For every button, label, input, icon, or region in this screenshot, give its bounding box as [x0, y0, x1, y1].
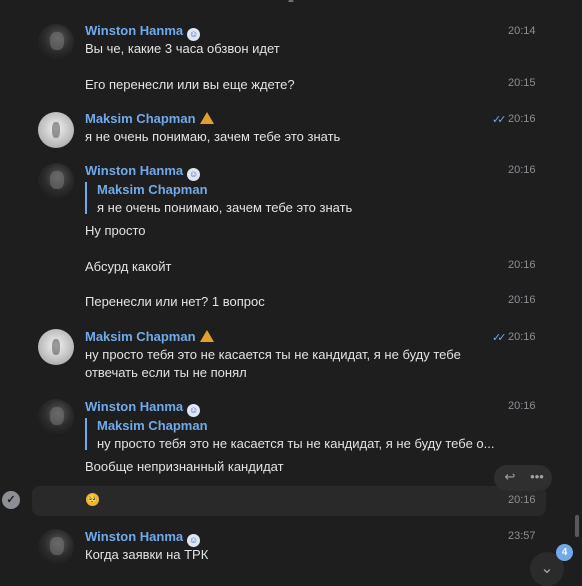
warning-triangle-icon	[199, 330, 214, 342]
message-text: Перенесли или нет? 1 вопрос	[85, 294, 265, 309]
message-text: Вы че, какие 3 часа обзвон идет	[85, 41, 280, 56]
message-time: 20:16	[508, 113, 536, 125]
message-author[interactable]: Maksim Chapman	[85, 111, 214, 126]
avatar-maksim[interactable]	[38, 329, 74, 365]
double-check-icon: ✓✓	[492, 114, 507, 126]
message-text: Когда заявки на ТРК	[85, 547, 209, 562]
message-text: я не очень понимаю, зачем тебе это знать	[85, 129, 341, 144]
cap-face-icon: ☺	[187, 168, 201, 181]
reply-author: Maksim Chapman	[97, 418, 208, 433]
message-time: 20:16	[508, 400, 536, 412]
hovered-message-row[interactable]	[32, 486, 546, 516]
scroll-up-indicator: ▲	[286, 0, 296, 5]
message-time: 20:16	[508, 164, 536, 176]
author-name[interactable]: Winston Hanma	[85, 23, 183, 38]
message-time: 20:16	[508, 494, 536, 506]
message-author[interactable]: Winston Hanma ☺	[85, 529, 201, 547]
cap-face-icon: ☺	[187, 534, 201, 547]
reply-quote[interactable]: Maksim Chapman я не очень понимаю, зачем…	[85, 182, 352, 215]
warning-triangle-icon	[199, 112, 214, 124]
avatar-maksim[interactable]	[38, 112, 74, 148]
avatar-winston[interactable]	[38, 399, 74, 435]
cap-face-icon: ☺	[187, 28, 201, 41]
message-author[interactable]: Winston Hanma ☺	[85, 399, 201, 417]
reply-author: Maksim Chapman	[97, 182, 208, 197]
double-check-icon: ✓✓	[492, 332, 507, 344]
message-author[interactable]: Winston Hanma ☺	[85, 163, 201, 181]
avatar-winston[interactable]	[38, 163, 74, 199]
chevron-down-icon: ⌄	[540, 560, 554, 577]
author-name[interactable]: Winston Hanma	[85, 529, 183, 544]
message-text: Абсурд какойт	[85, 259, 172, 274]
reply-icon[interactable]: ↩	[499, 469, 521, 487]
cap-face-icon: ☺	[187, 404, 201, 417]
scrollbar-thumb[interactable]	[575, 515, 579, 537]
author-name[interactable]: Maksim Chapman	[85, 329, 196, 344]
message-text: Вообще непризнанный кандидат	[85, 459, 284, 474]
message-time: 20:15	[508, 77, 536, 89]
unread-counter: 4	[556, 544, 573, 561]
message-text: ну просто тебя это не касается ты не кан…	[85, 347, 461, 362]
avatar-winston[interactable]	[38, 24, 74, 60]
reply-text: ну просто тебя это не касается ты не кан…	[97, 436, 495, 451]
message-actions: ↩ •••	[494, 465, 552, 491]
message-author[interactable]: Maksim Chapman	[85, 329, 214, 344]
message-text: Его перенесли или вы еще ждете?	[85, 77, 295, 92]
avatar-winston[interactable]	[38, 529, 74, 565]
message-time: 23:57	[508, 530, 536, 542]
author-name[interactable]: Maksim Chapman	[85, 111, 196, 126]
reply-text: я не очень понимаю, зачем тебе это знать	[97, 200, 353, 215]
author-name[interactable]: Winston Hanma	[85, 163, 183, 178]
message-author[interactable]: Winston Hanma ☺	[85, 23, 201, 41]
author-name[interactable]: Winston Hanma	[85, 399, 183, 414]
message-time: 20:14	[508, 25, 536, 37]
check-circle-icon[interactable]: ✓	[2, 491, 20, 509]
message-time: 20:16	[508, 294, 536, 306]
pleading-face-emoji: 🥺	[86, 493, 99, 506]
message-time: 20:16	[508, 331, 536, 343]
message-time: 20:16	[508, 259, 536, 271]
message-text: отвечать если ты не понял	[85, 365, 247, 380]
reply-quote[interactable]: Maksim Chapman ну просто тебя это не кас…	[85, 418, 494, 451]
more-icon[interactable]: •••	[526, 469, 548, 487]
message-text: Ну просто	[85, 223, 146, 238]
